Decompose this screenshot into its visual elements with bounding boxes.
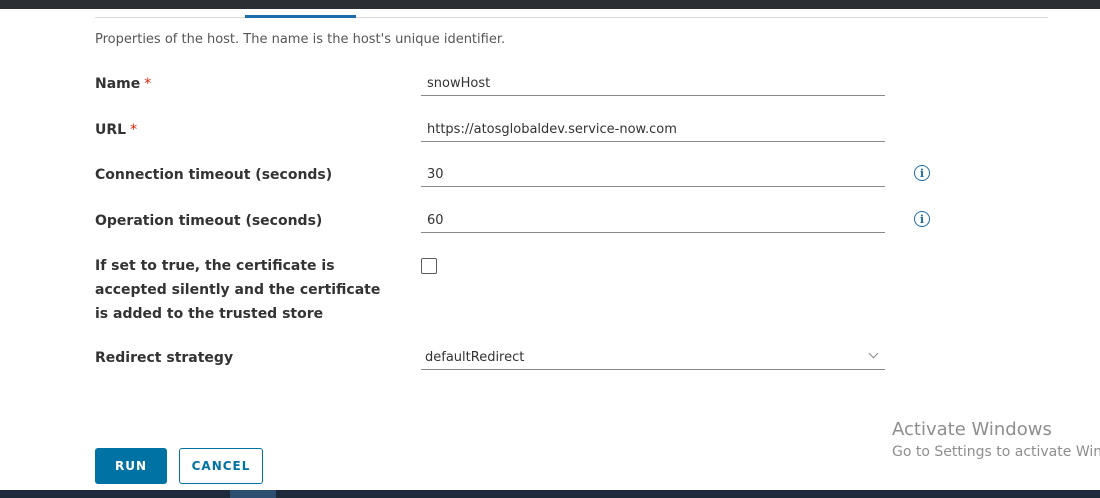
tab-strip-divider — [95, 17, 1048, 18]
connection-timeout-input[interactable]: 30 — [421, 165, 885, 187]
operation-timeout-label: Operation timeout (seconds) — [95, 213, 323, 229]
activation-watermark: Activate Windows Go to Settings to activ… — [892, 419, 1100, 462]
name-label-text: Name — [95, 76, 141, 92]
info-icon[interactable]: i — [914, 165, 930, 181]
certificate-checkbox[interactable] — [421, 258, 437, 274]
required-marker: * — [130, 122, 138, 138]
top-bar — [0, 0, 1100, 9]
name-label: Name * — [95, 76, 151, 92]
cancel-button[interactable]: CANCEL — [179, 448, 263, 484]
required-marker: * — [144, 76, 152, 92]
chevron-down-icon — [868, 348, 879, 359]
watermark-subtitle: Go to Settings to activate Windows. — [892, 444, 1100, 460]
name-input[interactable]: snowHost — [421, 74, 885, 96]
taskbar-item[interactable] — [230, 490, 276, 498]
operation-timeout-input[interactable]: 60 — [421, 211, 885, 233]
active-tab-indicator[interactable] — [245, 15, 356, 18]
taskbar — [0, 490, 1100, 498]
url-label-text: URL — [95, 122, 127, 138]
connection-timeout-label: Connection timeout (seconds) — [95, 167, 333, 183]
redirect-strategy-value: defaultRedirect — [425, 350, 525, 365]
page: Properties of the host. The name is the … — [0, 0, 1100, 498]
redirect-strategy-label: Redirect strategy — [95, 350, 234, 366]
url-input[interactable]: https://atosglobaldev.service-now.com — [421, 120, 885, 142]
info-icon[interactable]: i — [914, 211, 930, 227]
run-button[interactable]: RUN — [95, 448, 167, 484]
redirect-strategy-select[interactable]: defaultRedirect — [421, 348, 885, 370]
form-description: Properties of the host. The name is the … — [95, 32, 506, 47]
certificate-label: If set to true, the certificate is accep… — [95, 258, 381, 322]
watermark-title: Activate Windows — [892, 419, 1052, 440]
url-label: URL * — [95, 122, 137, 138]
